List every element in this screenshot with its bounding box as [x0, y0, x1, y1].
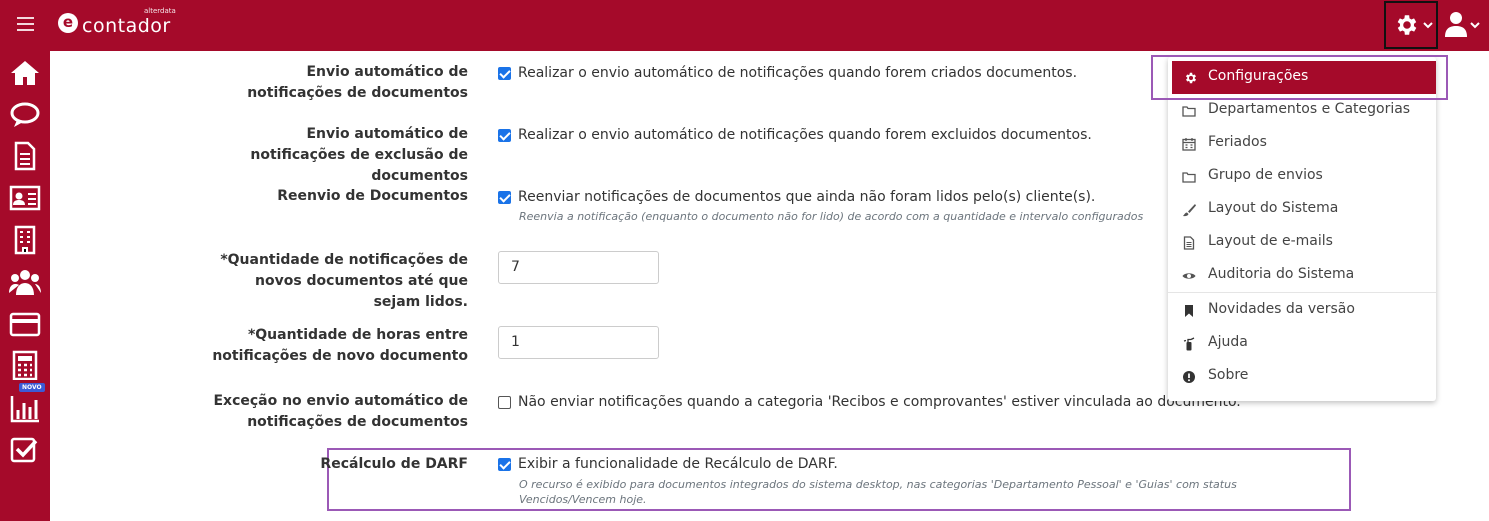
auto-create-checkbox[interactable] [498, 67, 511, 80]
bar-chart-icon[interactable] [9, 393, 41, 423]
file-text-icon [1183, 236, 1195, 250]
hours-between-input[interactable]: 1 [498, 326, 659, 359]
chat-icon[interactable] [9, 100, 41, 130]
exception-option: Não enviar notificações quando a categor… [518, 394, 1241, 410]
building-icon[interactable] [9, 225, 41, 255]
resend-hint: Reenvia a notificação (enquanto o docume… [519, 210, 1144, 223]
menu-item-feriados[interactable]: Feriados [1168, 127, 1436, 160]
menu-item-label: Feriados [1208, 134, 1267, 150]
menu-divider [1168, 292, 1436, 293]
row-label-notification-count: *Quantidade de notificações de novos doc… [220, 252, 468, 310]
row-label-auto-delete: Envio automático de notificações de excl… [250, 126, 468, 184]
auto-delete-checkbox[interactable] [498, 129, 511, 142]
user-icon [1445, 12, 1467, 37]
row-label-auto-create: Envio automático de notificações de docu… [247, 64, 468, 101]
menu-item-label: Auditoria do Sistema [1208, 266, 1355, 282]
menu-item-label: Departamentos e Categorias [1208, 101, 1411, 117]
darf-checkbox[interactable] [498, 458, 511, 471]
menu-item-label: Layout do Sistema [1208, 200, 1339, 216]
resend-option: Reenviar notificações de documentos que … [518, 189, 1096, 205]
exception-checkbox[interactable] [498, 396, 511, 409]
menu-item-label: Ajuda [1208, 334, 1248, 350]
calendar-icon [1182, 138, 1196, 151]
menu-item-ajuda[interactable]: Ajuda [1168, 327, 1436, 360]
menu-item-sobre[interactable]: Sobre [1168, 360, 1436, 393]
user-menu-button[interactable] [1442, 4, 1486, 44]
settings-dropdown: Configurações Departamentos e Categorias… [1168, 57, 1436, 401]
id-card-icon[interactable] [9, 183, 41, 213]
hamburger-icon[interactable] [17, 17, 34, 31]
auto-delete-option: Realizar o envio automático de notificaç… [518, 127, 1092, 143]
folder-icon [1182, 172, 1196, 183]
row-label-darf: Recálculo de DARF [320, 456, 468, 472]
top-bar: e contador alterdata [0, 0, 1489, 51]
extinguisher-icon [1183, 337, 1195, 351]
resend-checkbox[interactable] [498, 191, 511, 204]
chevron-down-icon [1423, 22, 1433, 29]
checkbox-icon[interactable] [9, 435, 41, 465]
row-label-hours-between: *Quantidade de horas entre notificações … [212, 327, 468, 364]
chevron-down-icon [1470, 22, 1480, 29]
logo-tag: alterdata [144, 7, 176, 15]
credit-card-icon[interactable] [9, 309, 41, 339]
darf-hint: O recurso é exibido para documentos inte… [519, 478, 1237, 506]
menu-item-label: Grupo de envios [1208, 167, 1323, 183]
menu-item-layout-emails[interactable]: Layout de e-mails [1168, 226, 1436, 259]
auto-create-option: Realizar o envio automático de notificaç… [518, 65, 1078, 81]
bookmark-icon [1185, 305, 1193, 317]
darf-option: Exibir a funcionalidade de Recálculo de … [518, 456, 838, 472]
menu-item-label: Sobre [1208, 367, 1249, 383]
sidebar: NOVO [0, 51, 50, 521]
folder-icon [1182, 106, 1196, 117]
menu-item-label: Layout de e-mails [1208, 233, 1333, 249]
menu-item-novidades[interactable]: Novidades da versão [1168, 294, 1436, 327]
menu-item-auditoria[interactable]: Auditoria do Sistema [1168, 259, 1436, 292]
configuracoes-highlight [1151, 55, 1448, 100]
logo-brand: contador [82, 15, 171, 37]
menu-item-grupo-envios[interactable]: Grupo de envios [1168, 160, 1436, 193]
row-label-exception: Exceção no envio automático de notificaç… [213, 393, 468, 430]
home-icon[interactable] [9, 58, 41, 88]
new-badge: NOVO [19, 383, 45, 392]
brush-icon [1183, 204, 1196, 217]
settings-menu-button[interactable] [1384, 1, 1438, 49]
menu-item-layout-sistema[interactable]: Layout do Sistema [1168, 193, 1436, 226]
document-icon[interactable] [9, 141, 41, 171]
gear-icon [1397, 15, 1417, 35]
calculator-icon[interactable] [9, 350, 41, 380]
logo-letter: e [58, 13, 78, 33]
eye-icon [1182, 273, 1196, 279]
row-label-resend: Reenvio de Documentos [277, 188, 468, 204]
menu-item-label: Novidades da versão [1208, 301, 1355, 317]
notification-count-input[interactable]: 7 [498, 251, 659, 284]
users-icon[interactable] [9, 267, 41, 297]
info-icon [1183, 371, 1195, 383]
